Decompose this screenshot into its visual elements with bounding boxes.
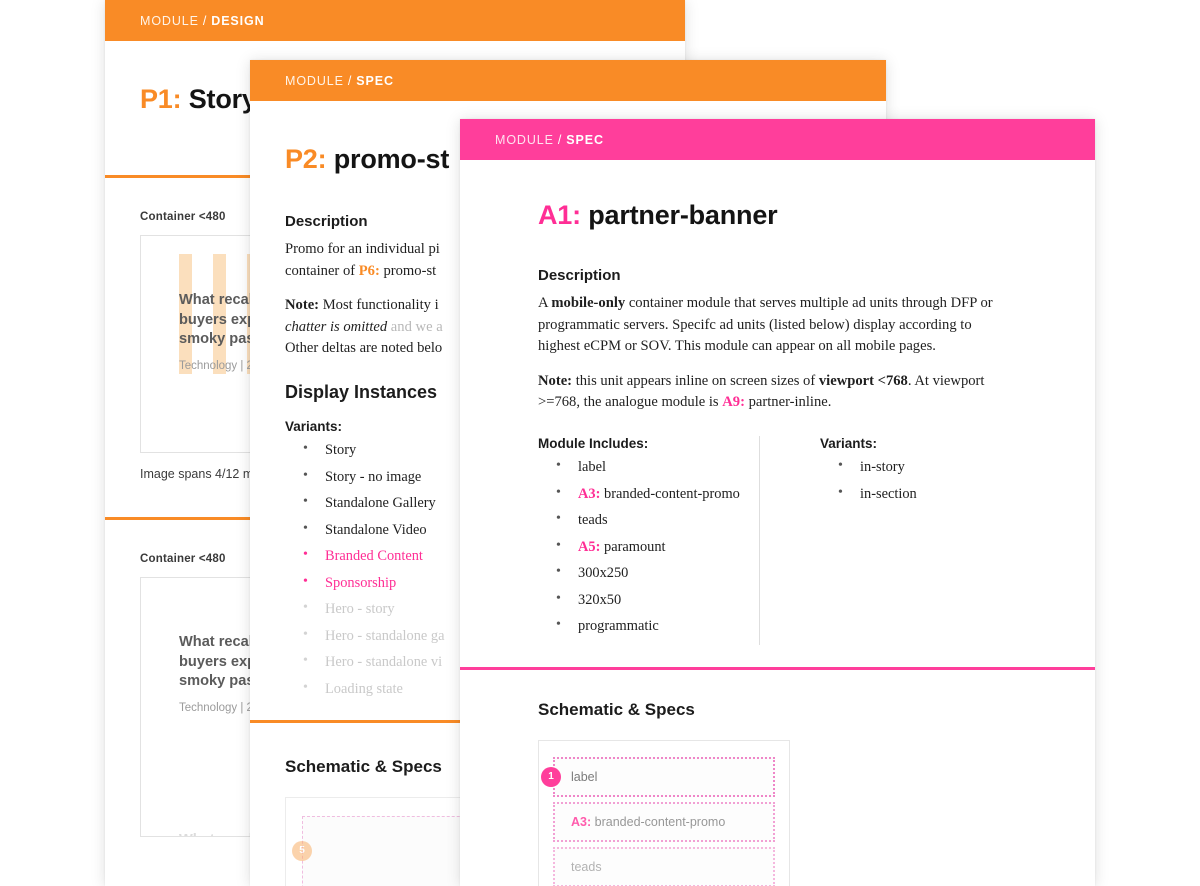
list-item: in-section xyxy=(838,485,917,513)
list-item: in-story xyxy=(838,458,917,486)
p2-desc-text-b: container of xyxy=(285,262,359,279)
schematic-row[interactable]: teads xyxy=(553,846,775,886)
a1-include-text: paramount xyxy=(604,538,666,555)
schematic-row[interactable]: 1 label xyxy=(541,756,775,797)
p2-desc-code: P6: xyxy=(358,262,380,279)
a1-module-includes-column: Module Includes: label A3: branded-conte… xyxy=(538,435,760,645)
a1-schematic-wrap[interactable]: 1 label A3: branded-content-promo teads … xyxy=(538,739,790,886)
breadcrumb-separator: / xyxy=(347,73,353,88)
breadcrumb-last: SPEC xyxy=(566,132,604,147)
a1-variants-column: Variants: in-story in-section xyxy=(760,436,917,645)
p2-note-a: Most functionality i xyxy=(319,297,439,314)
card-a1-title-code: A1: xyxy=(538,200,581,230)
a1-schematic-section: Schematic & Specs 1 label A3: branded-co… xyxy=(460,670,1095,886)
card-a1-header: MODULE / SPEC xyxy=(460,119,1095,160)
p2-variant-text: Hero - standalone vi xyxy=(325,654,443,671)
p2-desc-text-c: promo-st xyxy=(379,262,437,279)
a1-note-label: Note: xyxy=(538,372,573,389)
p2-desc-text-a: Promo for an individual pi xyxy=(285,241,440,257)
p2-schematic-badge: 5 xyxy=(292,840,312,861)
a1-include-text: programmatic xyxy=(578,618,659,635)
a1-module-includes-label: Module Includes: xyxy=(538,435,649,451)
schematic-row-text: label xyxy=(571,769,598,784)
p2-variant-text: Story xyxy=(325,441,357,458)
card-p2-title-name: promo-st xyxy=(333,144,450,174)
card-p1-header: MODULE / DESIGN xyxy=(105,0,685,41)
schematic-row-tag: A3: xyxy=(571,814,592,829)
list-item: A3: branded-content-promo xyxy=(556,485,743,513)
p2-variant-text: Sponsorship xyxy=(325,574,397,591)
a1-variants-label: Variants: xyxy=(820,435,878,451)
p2-variant-text: Story - no image xyxy=(325,468,422,485)
a1-include-tag: A5: xyxy=(578,538,601,555)
p2-note-muted: and we a xyxy=(387,318,443,335)
list-item: A5: paramount xyxy=(556,538,743,566)
a1-include-text: 300x250 xyxy=(578,565,629,582)
card-p1-title-name: Story xyxy=(188,84,257,114)
a1-note-c: partner-inline. xyxy=(744,394,832,411)
list-item: 320x50 xyxy=(556,591,743,619)
a1-variant-text: in-section xyxy=(860,485,917,502)
breadcrumb-last: SPEC xyxy=(356,73,394,88)
p2-variant-text: Loading state xyxy=(325,681,403,698)
p2-note-italic: chatter is omitted xyxy=(285,318,388,335)
p2-variant-text: Standalone Gallery xyxy=(325,495,436,512)
card-a1-title: A1: partner-banner xyxy=(538,160,1055,231)
p2-note-label: Note: xyxy=(285,297,320,314)
a1-variant-text: in-story xyxy=(860,458,905,475)
schematic-badge-1: 1 xyxy=(541,766,561,787)
schematic-row-text: branded-content-promo xyxy=(594,814,726,829)
schematic-row-text: teads xyxy=(571,859,602,874)
a1-include-text: teads xyxy=(578,512,608,529)
a1-include-tag: A3: xyxy=(578,485,601,502)
p2-variant-text: Standalone Video xyxy=(325,521,427,538)
breadcrumb-separator: / xyxy=(557,132,563,147)
list-item: programmatic xyxy=(556,617,743,645)
a1-note-bold: viewport <768 xyxy=(818,372,908,389)
breadcrumb-first: MODULE xyxy=(285,73,344,88)
a1-note-paragraph: Note: this unit appears inline on screen… xyxy=(538,371,996,414)
breadcrumb-last: DESIGN xyxy=(211,13,265,28)
screenshot-stage: MODULE / DESIGN P1: Story Container <480… xyxy=(0,0,1200,886)
p2-variant-text: Branded Content xyxy=(325,548,423,565)
a1-desc-bold: mobile-only xyxy=(551,295,626,311)
a1-schematic-heading: Schematic & Specs xyxy=(538,699,695,719)
card-a1-body: A1: partner-banner Description A mobile-… xyxy=(460,160,1095,645)
card-a1-spec[interactable]: MODULE / SPEC A1: partner-banner Descrip… xyxy=(460,119,1095,886)
a1-include-text: branded-content-promo xyxy=(604,485,740,502)
card-p2-title-code: P2: xyxy=(285,144,327,174)
p2-variant-text: Hero - standalone ga xyxy=(325,627,445,644)
breadcrumb-first: MODULE xyxy=(495,132,554,147)
a1-specs-columns: Module Includes: label A3: branded-conte… xyxy=(538,435,1055,645)
a1-note-a: this unit appears inline on screen sizes… xyxy=(572,372,819,389)
schematic-row[interactable]: A3: branded-content-promo xyxy=(553,801,775,842)
list-item: label xyxy=(556,458,743,486)
a1-variants-list: in-story in-section xyxy=(820,458,917,513)
a1-desc-a: A xyxy=(538,295,552,311)
a1-include-text: 320x50 xyxy=(578,591,622,608)
p2-note-b: Other deltas are noted belo xyxy=(285,340,443,357)
p2-variant-text: Hero - story xyxy=(325,601,395,618)
a1-include-text: label xyxy=(578,458,606,475)
a1-description-heading: Description xyxy=(538,267,621,284)
card-p2-header: MODULE / SPEC xyxy=(250,60,886,101)
a1-note-code: A9: xyxy=(722,394,745,411)
card-p1-title-code: P1: xyxy=(140,84,182,114)
list-item: teads xyxy=(556,511,743,539)
a1-module-includes-list: label A3: branded-content-promo teads A5… xyxy=(538,458,743,645)
card-a1-title-name: partner-banner xyxy=(588,200,778,230)
a1-description-paragraph: A mobile-only container module that serv… xyxy=(538,293,996,358)
breadcrumb-separator: / xyxy=(202,13,208,28)
list-item: 300x250 xyxy=(556,564,743,592)
breadcrumb-first: MODULE xyxy=(140,13,199,28)
